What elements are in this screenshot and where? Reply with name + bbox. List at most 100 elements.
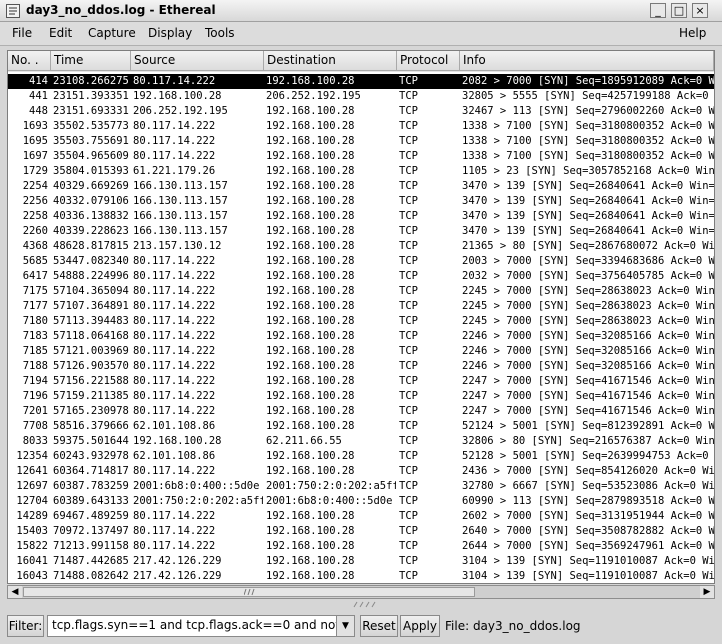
cell-source: 80.117.14.222 (133, 405, 216, 417)
table-row[interactable]: 7175 57104.365094 80.117.14.222 192.168.100… (8, 284, 714, 299)
table-row[interactable]: 1693 35502.535773 80.117.14.222 192.168.100… (8, 119, 714, 134)
column-header-no[interactable]: No. . (8, 51, 51, 71)
column-header-protocol[interactable]: Protocol (397, 51, 460, 71)
table-row[interactable]: 16041 71487.442685 217.42.126.229 192.168.1… (8, 554, 714, 569)
table-row[interactable]: 2258 40336.138832 166.130.113.157 192.168.1… (8, 209, 714, 224)
table-row[interactable]: 15403 70972.137497 80.117.14.222 192.168.10… (8, 524, 714, 539)
cell-no: 16043 (16, 570, 48, 582)
menu-help[interactable]: Help (679, 26, 706, 40)
cell-info: 2644 > 7000 [SYN] Seq=3569247961 Ack=0 W… (462, 540, 715, 552)
packet-list-header: No. . Time Source Destination Protocol I… (8, 51, 714, 72)
table-row[interactable]: 8033 59375.501644 192.168.100.28 62.211.66.… (8, 434, 714, 449)
window-titlebar: day3_no_ddos.log - Ethereal _ □ × (0, 0, 722, 22)
cell-source: 80.117.14.222 (133, 255, 216, 267)
cell-info: 32780 > 6667 [SYN] Seq=53523086 Ack=0 Wi… (462, 480, 715, 492)
cell-info: 2245 > 7000 [SYN] Seq=28638023 Ack=0 Win… (462, 300, 715, 312)
cell-no: 5685 (22, 255, 48, 267)
cell-protocol: TCP (399, 180, 418, 192)
cell-info: 3470 > 139 [SYN] Seq=26840641 Ack=0 Win=… (462, 225, 715, 237)
column-header-source[interactable]: Source (131, 51, 264, 71)
table-row[interactable]: 7180 57113.394483 80.117.14.222 192.168.100… (8, 314, 714, 329)
table-row[interactable]: 6417 54888.224996 80.117.14.222 192.168.100… (8, 269, 714, 284)
cell-time: 60387.783259 (53, 480, 129, 492)
cell-no: 7188 (22, 360, 48, 372)
table-row[interactable]: 12697 60387.783259 2001:6b8:0:400::5d0e 200… (8, 479, 714, 494)
menu-tools[interactable]: Tools (205, 26, 235, 40)
table-row[interactable]: 5685 53447.082340 80.117.14.222 192.168.100… (8, 254, 714, 269)
reset-button[interactable]: Reset (360, 615, 398, 637)
cell-source: 213.157.130.12 (133, 240, 222, 252)
table-row[interactable]: 1697 35504.965609 80.117.14.222 192.168.100… (8, 149, 714, 164)
table-row[interactable]: 2254 40329.669269 166.130.113.157 192.168.1… (8, 179, 714, 194)
cell-info: 2246 > 7000 [SYN] Seq=32085166 Ack=0 Win… (462, 330, 715, 342)
menu-edit[interactable]: Edit (49, 26, 72, 40)
table-row[interactable]: 7188 57126.903570 80.117.14.222 192.168.100… (8, 359, 714, 374)
table-row[interactable]: 1729 35804.015393 61.221.179.26 192.168.100… (8, 164, 714, 179)
cell-source: 192.168.100.28 (133, 435, 222, 447)
table-row[interactable]: 7177 57107.364891 80.117.14.222 192.168.100… (8, 299, 714, 314)
cell-time: 40339.228623 (53, 225, 129, 237)
menu-file[interactable]: File (12, 26, 32, 40)
cell-protocol: TCP (399, 120, 418, 132)
cell-destination: 62.211.66.55 (266, 435, 342, 447)
table-row[interactable]: 441 23151.393351 192.168.100.28 206.252.192… (8, 89, 714, 104)
cell-source: 80.117.14.222 (133, 375, 216, 387)
cell-destination: 192.168.100.28 (266, 420, 355, 432)
column-header-destination[interactable]: Destination (264, 51, 397, 71)
filter-button[interactable]: Filter: (7, 615, 44, 637)
table-row[interactable]: 7183 57118.064168 80.117.14.222 192.168.100… (8, 329, 714, 344)
filter-input[interactable]: tcp.flags.syn==1 and tcp.flags.ack==0 an… (47, 615, 355, 637)
table-row[interactable]: 12641 60364.714817 80.117.14.222 192.168.10… (8, 464, 714, 479)
table-row[interactable]: 7201 57165.230978 80.117.14.222 192.168.100… (8, 404, 714, 419)
grip-icon (244, 588, 255, 596)
cell-source: 80.117.14.222 (133, 150, 216, 162)
cell-source: 80.117.14.222 (133, 315, 216, 327)
table-row[interactable]: 4368 48628.817815 213.157.130.12 192.168.10… (8, 239, 714, 254)
table-row[interactable]: 448 23151.693331 206.252.192.195 192.168.10… (8, 104, 714, 119)
cell-destination: 2001:750:2:0:202:a5ff (266, 480, 396, 492)
table-row[interactable]: 7194 57156.221588 80.117.14.222 192.168.100… (8, 374, 714, 389)
filter-input-text[interactable]: tcp.flags.syn==1 and tcp.flags.ack==0 an… (52, 618, 336, 632)
table-row[interactable]: 14289 69467.489259 80.117.14.222 192.168.10… (8, 509, 714, 524)
table-row[interactable]: 7196 57159.211385 80.117.14.222 192.168.100… (8, 389, 714, 404)
pane-splitter[interactable] (0, 601, 722, 608)
cell-destination: 192.168.100.28 (266, 540, 355, 552)
cell-time: 40336.138832 (53, 210, 129, 222)
cell-source: 80.117.14.222 (133, 360, 216, 372)
menu-display[interactable]: Display (148, 26, 192, 40)
scroll-left-arrow-icon[interactable]: ◀ (8, 586, 22, 598)
cell-protocol: TCP (399, 435, 418, 447)
cell-time: 35502.535773 (53, 120, 129, 132)
menu-bar: File Edit Capture Display Tools Help (0, 22, 722, 46)
apply-button[interactable]: Apply (400, 615, 440, 637)
table-row[interactable]: 15822 71213.991158 80.117.14.222 192.168.10… (8, 539, 714, 554)
scrollbar-thumb[interactable] (23, 587, 475, 597)
table-row[interactable]: 12354 60243.932978 62.101.108.86 192.168.10… (8, 449, 714, 464)
cell-protocol: TCP (399, 240, 418, 252)
cell-source: 166.130.113.157 (133, 225, 228, 237)
scroll-right-arrow-icon[interactable]: ▶ (700, 586, 714, 598)
cell-source: 62.101.108.86 (133, 420, 216, 432)
table-row[interactable]: 7708 58516.379666 62.101.108.86 192.168.100… (8, 419, 714, 434)
close-button[interactable]: × (692, 3, 708, 18)
table-row[interactable]: 414 23108.266275 80.117.14.222 192.168.100.… (8, 74, 714, 89)
minimize-button[interactable]: _ (650, 3, 666, 18)
cell-protocol: TCP (399, 345, 418, 357)
chevron-down-icon[interactable]: ▼ (336, 616, 354, 636)
table-row[interactable]: 1695 35503.755691 80.117.14.222 192.168.100… (8, 134, 714, 149)
table-row[interactable]: 12704 60389.643133 2001:750:2:0:202:a5ff 20… (8, 494, 714, 509)
cell-destination: 192.168.100.28 (266, 465, 355, 477)
cell-protocol: TCP (399, 270, 418, 282)
menu-capture[interactable]: Capture (88, 26, 136, 40)
column-header-time[interactable]: Time (51, 51, 131, 71)
cell-protocol: TCP (399, 90, 418, 102)
cell-info: 2436 > 7000 [SYN] Seq=854126020 Ack=0 Wi… (462, 465, 715, 477)
table-row[interactable]: 16043 71488.082642 217.42.126.229 192.168.1… (8, 569, 714, 583)
cell-time: 35503.755691 (53, 135, 129, 147)
maximize-button[interactable]: □ (671, 3, 687, 18)
column-header-info[interactable]: Info (460, 51, 714, 71)
table-row[interactable]: 2256 40332.079106 166.130.113.157 192.168.1… (8, 194, 714, 209)
table-row[interactable]: 2260 40339.228623 166.130.113.157 192.168.1… (8, 224, 714, 239)
horizontal-scrollbar[interactable]: ◀ ▶ (7, 585, 715, 599)
table-row[interactable]: 7185 57121.003969 80.117.14.222 192.168.100… (8, 344, 714, 359)
